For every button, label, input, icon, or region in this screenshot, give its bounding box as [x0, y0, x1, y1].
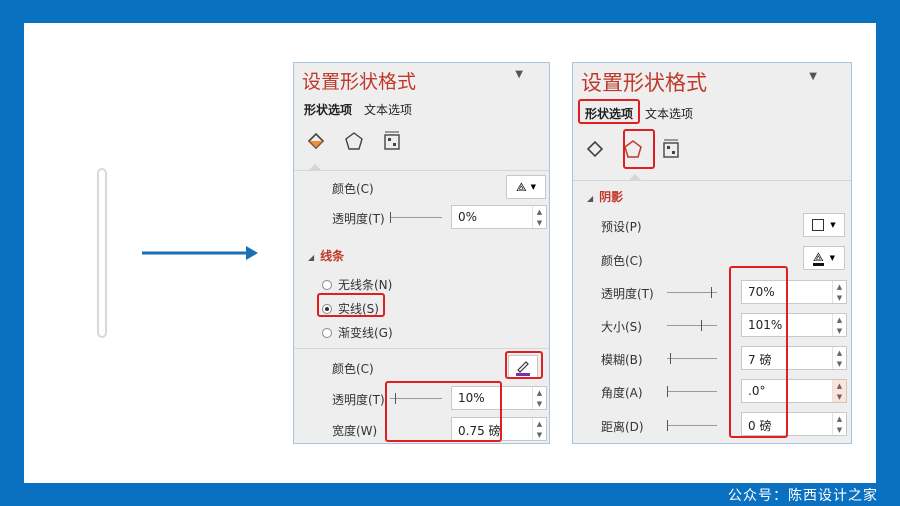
highlight-shadow-values: [729, 266, 788, 438]
chevron-down-icon[interactable]: ▼: [515, 69, 523, 80]
highlight-effects-icon: [623, 129, 655, 169]
highlight-line-color: [505, 351, 543, 379]
highlight-transparency-width: [385, 381, 502, 442]
fill-color-dropdown[interactable]: ⟁ ▼: [506, 175, 546, 199]
line-color-label: 颜色(C): [332, 362, 374, 376]
paint-bucket-icon: ⟁: [515, 179, 527, 194]
shadow-size-slider[interactable]: [667, 320, 717, 331]
paint-bucket-icon: ⟁: [812, 249, 824, 266]
footer-credit: 公众号：陈西设计之家: [728, 488, 878, 504]
pane-title: 设置形状格式: [581, 71, 707, 95]
right-arrow-icon: [142, 246, 258, 260]
shadow-preset-dropdown[interactable]: ▼: [803, 213, 845, 237]
shadow-blur-slider[interactable]: [667, 353, 717, 364]
shadow-angle-label: 角度(A): [601, 386, 643, 400]
preset-label: 预设(P): [601, 220, 642, 234]
pane-title: 设置形状格式: [302, 71, 417, 93]
chevron-down-icon[interactable]: ▼: [809, 71, 817, 82]
tab-text-options[interactable]: 文本选项: [645, 105, 693, 122]
size-properties-icon[interactable]: [659, 137, 683, 161]
fill-transparency-slider[interactable]: [390, 212, 442, 223]
tab-shape-options[interactable]: 形状选项: [304, 101, 352, 118]
line-width-label: 宽度(W): [332, 424, 378, 438]
shadow-distance-label: 距离(D): [601, 420, 644, 434]
shadow-section-header[interactable]: ◢ 阴影: [587, 188, 623, 205]
radio-gradient-line[interactable]: 渐变线(G): [322, 324, 393, 341]
shadow-transparency-slider[interactable]: [667, 287, 717, 298]
effects-pentagon-icon[interactable]: [342, 129, 366, 153]
shadow-angle-slider[interactable]: [667, 386, 717, 397]
tab-text-options[interactable]: 文本选项: [364, 101, 412, 118]
fill-transparency-input[interactable]: 0% ▲ ▼: [451, 205, 547, 229]
shadow-size-label: 大小(S): [601, 320, 642, 334]
shadow-color-label: 颜色(C): [601, 254, 643, 268]
highlight-shape-options-tab: [578, 99, 640, 124]
fill-line-icon[interactable]: [583, 137, 607, 161]
radio-no-line[interactable]: 无线条(N): [322, 276, 392, 293]
fill-line-icon[interactable]: [304, 129, 328, 153]
shadow-transparency-label: 透明度(T): [601, 287, 654, 301]
rounded-capsule-shape[interactable]: [97, 168, 107, 338]
shadow-distance-slider[interactable]: [667, 420, 717, 431]
shadow-color-dropdown[interactable]: ⟁ ▼: [803, 246, 845, 270]
size-properties-icon[interactable]: [380, 129, 404, 153]
highlight-solid-line: [317, 293, 385, 317]
shadow-blur-label: 模糊(B): [601, 353, 643, 367]
fill-transparency-label: 透明度(T): [332, 212, 385, 226]
fill-color-label: 颜色(C): [332, 182, 374, 196]
line-section-header[interactable]: ◢ 线条: [308, 247, 344, 264]
line-transparency-label: 透明度(T): [332, 393, 385, 407]
